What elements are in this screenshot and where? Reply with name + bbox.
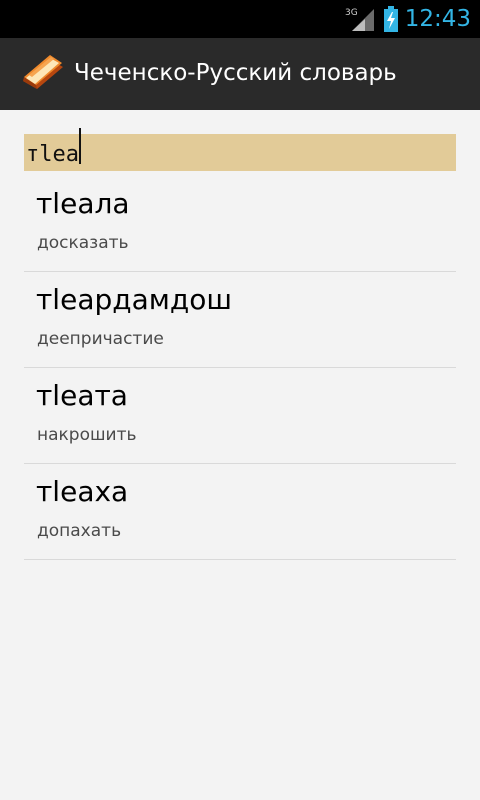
result-word: тlеала [36, 187, 130, 220]
result-list: тlеала досказать тlеардамдош деепричасти… [24, 176, 456, 560]
status-bar: 3G 12:43 [0, 0, 480, 38]
result-translation: допахать [37, 521, 122, 541]
list-item[interactable]: тlеардамдош деепричастие [24, 272, 456, 368]
book-icon[interactable] [21, 53, 65, 93]
result-translation: деепричастие [37, 329, 164, 349]
search-input-value: тlea [26, 142, 79, 167]
search-input[interactable]: тlea [24, 128, 456, 171]
result-word: тlеардамдош [36, 283, 232, 316]
list-item[interactable]: тlеала досказать [24, 176, 456, 272]
result-word: тlеата [36, 379, 128, 412]
result-translation: накрошить [37, 425, 137, 445]
signal-icon: 3G [345, 8, 374, 31]
battery-charging-icon [384, 6, 398, 32]
app-title: Чеченско-Русский словарь [74, 60, 397, 86]
dictionary-content: тlea тlеала досказать тlеардамдош деепри… [0, 110, 480, 800]
action-bar: Чеченско-Русский словарь [0, 38, 480, 110]
list-item[interactable]: тlеаха допахать [24, 464, 456, 560]
network-type-label: 3G [345, 8, 358, 18]
result-translation: досказать [37, 233, 129, 253]
status-time: 12:43 [404, 6, 471, 32]
result-word: тlеаха [36, 475, 129, 508]
list-item[interactable]: тlеата накрошить [24, 368, 456, 464]
text-cursor [79, 128, 81, 164]
